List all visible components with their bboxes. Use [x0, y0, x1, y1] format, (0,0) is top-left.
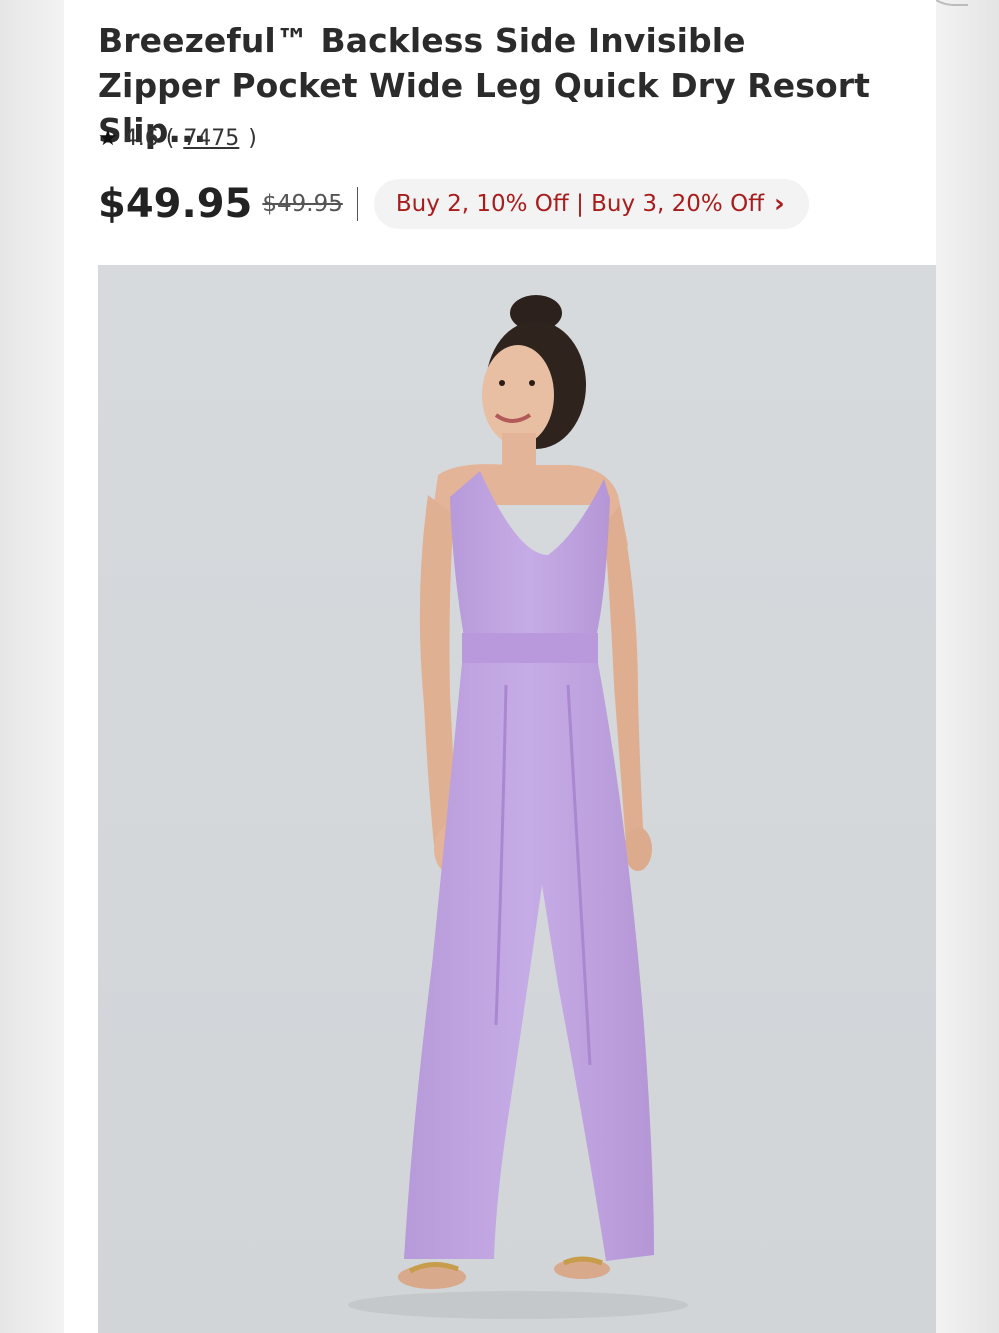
promo-button[interactable]: Buy 2, 10% Off | Buy 3, 20% Off › [373, 179, 809, 229]
rating-row: ★ 4.6 ( 7475 ) [98, 126, 257, 151]
star-icon: ★ [98, 126, 118, 151]
price-divider [356, 187, 358, 221]
original-price: $49.95 [262, 191, 343, 217]
review-count-link[interactable]: 7475 [183, 126, 239, 151]
left-edge [0, 0, 64, 1333]
model-photo [348, 295, 688, 1319]
close-paren: ) [241, 126, 257, 151]
open-paren: ( [158, 126, 182, 151]
right-edge [936, 0, 999, 1333]
chevron-right-icon: › [774, 189, 785, 219]
price-row: $49.95 $49.95 Buy 2, 10% Off | Buy 3, 20… [98, 176, 809, 232]
product-card: Breezeful™ Backless Side Invisible Zippe… [64, 0, 936, 1333]
rating-value: 4.6 [123, 126, 159, 151]
product-image[interactable] [98, 265, 936, 1333]
current-price: $49.95 [98, 181, 253, 227]
promo-label: Buy 2, 10% Off | Buy 3, 20% Off [395, 191, 765, 217]
